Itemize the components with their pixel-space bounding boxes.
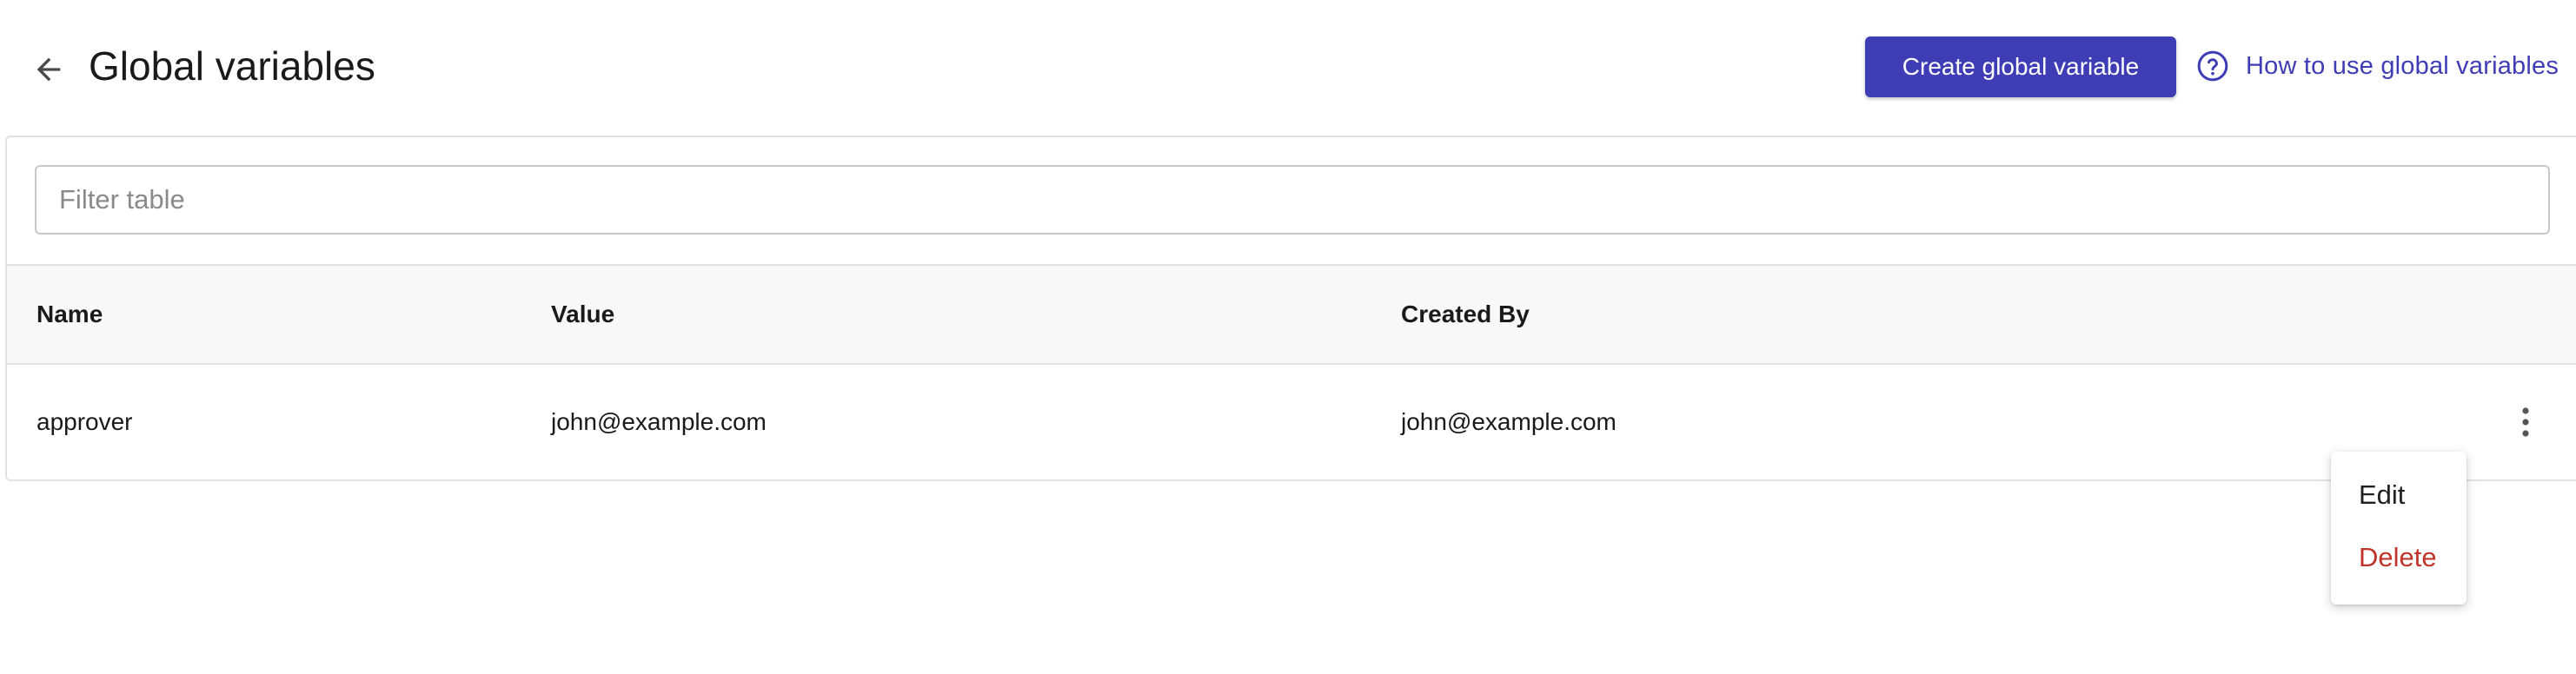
page-header: Global variables Create global variable … bbox=[0, 0, 2576, 132]
help-link[interactable]: How to use global variables bbox=[2195, 42, 2559, 90]
table-header-row: Name Value Created By bbox=[7, 264, 2576, 365]
filter-table-input[interactable] bbox=[35, 165, 2550, 235]
cell-name: approver bbox=[37, 408, 133, 435]
menu-item-delete[interactable]: Delete bbox=[2331, 526, 2466, 589]
menu-item-edit[interactable]: Edit bbox=[2331, 464, 2466, 526]
create-global-variable-button[interactable]: Create global variable bbox=[1865, 36, 2176, 97]
cell-value: john@example.com bbox=[551, 408, 767, 435]
more-vertical-icon bbox=[2522, 407, 2529, 437]
row-actions-menu: Edit Delete bbox=[2331, 452, 2466, 605]
back-button[interactable] bbox=[24, 45, 73, 94]
page-title: Global variables bbox=[89, 43, 375, 89]
global-variables-page: Global variables Create global variable … bbox=[0, 0, 2576, 674]
row-actions-button[interactable] bbox=[2503, 400, 2548, 445]
variables-table-card: Name Value Created By approver john@exam… bbox=[5, 135, 2576, 481]
column-header-value[interactable]: Value bbox=[551, 266, 614, 363]
filter-container bbox=[35, 165, 2550, 235]
column-header-created-by[interactable]: Created By bbox=[1401, 266, 1530, 363]
cell-created-by: john@example.com bbox=[1401, 408, 1617, 435]
variables-table: Name Value Created By approver john@exam… bbox=[7, 264, 2576, 479]
table-row: approver john@example.com john@example.c… bbox=[7, 365, 2576, 479]
column-header-name[interactable]: Name bbox=[37, 266, 103, 363]
help-link-label: How to use global variables bbox=[2246, 51, 2559, 80]
arrow-left-icon bbox=[37, 57, 61, 82]
help-circle-icon bbox=[2195, 49, 2230, 83]
